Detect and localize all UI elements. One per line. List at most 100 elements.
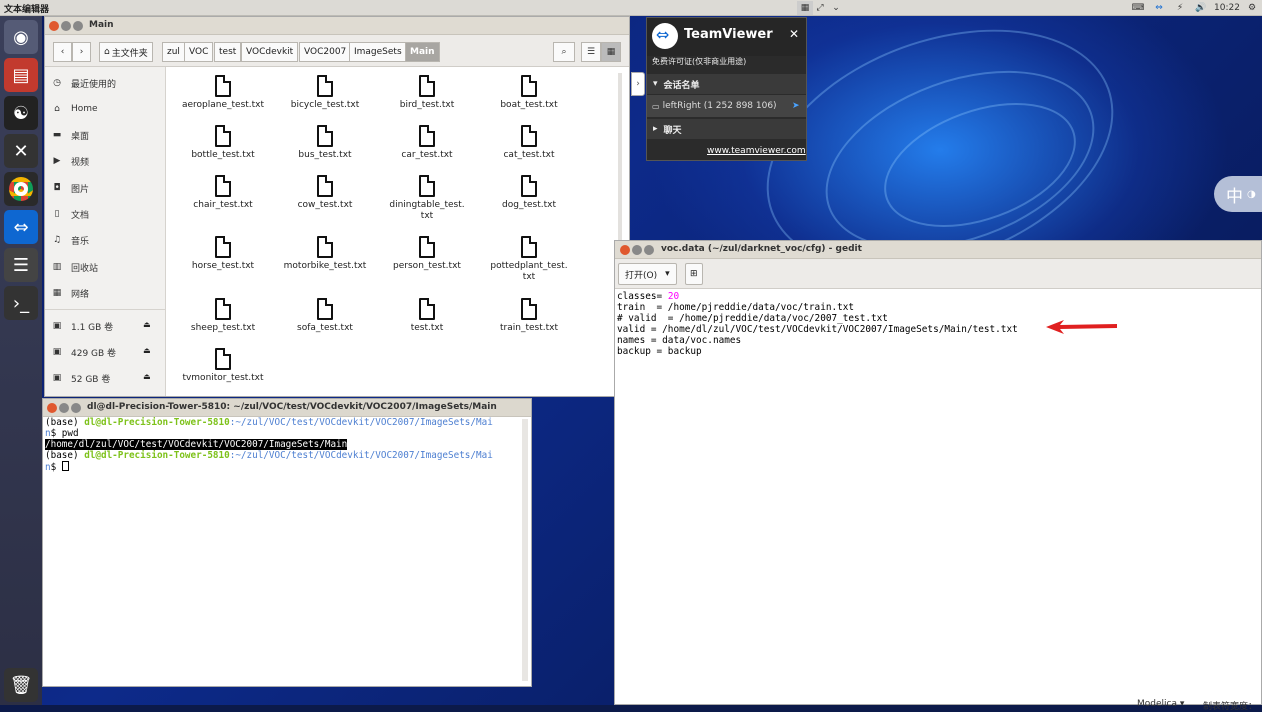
file-manager-icon[interactable]: ▤: [4, 58, 38, 92]
minimize-button[interactable]: [59, 403, 69, 413]
settings-tools-icon[interactable]: ✕: [4, 134, 38, 168]
text-file-icon: [215, 175, 231, 197]
list-view-button[interactable]: ☰: [581, 42, 601, 62]
trash-icon[interactable]: 🗑: [4, 668, 38, 702]
clock[interactable]: 10:22: [1212, 1, 1242, 15]
breadcrumb-imagesets[interactable]: ImageSets: [349, 42, 407, 62]
sidebar-item-trash[interactable]: ▥ 回收站: [51, 259, 98, 275]
code-line-6[interactable]: backup = backup: [617, 346, 702, 357]
sidebar-item-pictures[interactable]: ◘ 图片: [51, 180, 89, 196]
terminal-scrollbar[interactable]: [522, 419, 528, 681]
eject-icon[interactable]: ⏏: [143, 320, 151, 329]
maximize-button[interactable]: [644, 245, 654, 255]
teamviewer-launcher-icon[interactable]: ⇔: [4, 210, 38, 244]
grid-view-button[interactable]: ▦: [601, 42, 621, 62]
sidebar-item-volume-1[interactable]: ▣ 1.1 GB 卷: [51, 318, 113, 334]
breadcrumb-vocdevkit[interactable]: VOCdevkit: [241, 42, 299, 62]
text-editor-icon[interactable]: ☰: [4, 248, 38, 282]
app-icon[interactable]: ☯: [4, 96, 38, 130]
sidebar-item-documents[interactable]: ▯ 文档: [51, 206, 90, 222]
file-item[interactable]: aeroplane_test.txt: [173, 75, 273, 111]
file-item[interactable]: car_test.txt: [377, 125, 477, 161]
minimize-button[interactable]: [61, 21, 71, 31]
maximize-button[interactable]: [73, 21, 83, 31]
keyboard-icon[interactable]: ⌨: [1130, 1, 1146, 15]
maximize-button[interactable]: [71, 403, 81, 413]
file-item[interactable]: sheep_test.txt: [173, 298, 273, 334]
music-icon: ♫: [52, 235, 62, 245]
terminal-icon[interactable]: ›_: [4, 286, 38, 320]
file-item[interactable]: person_test.txt: [377, 236, 477, 272]
close-button[interactable]: [47, 403, 57, 413]
open-button[interactable]: 打开(O) ▾: [618, 263, 677, 285]
file-item[interactable]: bird_test.txt: [377, 75, 477, 111]
ime-indicator[interactable]: 中 ◑: [1214, 176, 1262, 212]
close-button[interactable]: [620, 245, 630, 255]
breadcrumb-home[interactable]: ⌂ 主文件夹: [99, 42, 153, 62]
file-item[interactable]: tvmonitor_test.txt: [173, 348, 273, 384]
file-item[interactable]: chair_test.txt: [173, 175, 273, 211]
file-item[interactable]: cow_test.txt: [275, 175, 375, 211]
close-icon[interactable]: ✕: [789, 27, 799, 41]
code-line-2[interactable]: train = /home/pjreddie/data/voc/train.tx…: [617, 302, 854, 313]
sidebar-item-recent[interactable]: ◷ 最近使用的: [51, 75, 116, 91]
file-item[interactable]: sofa_test.txt: [275, 298, 375, 334]
code-line-1[interactable]: classes= 20: [617, 291, 679, 302]
gear-icon[interactable]: ⚙: [1245, 1, 1259, 15]
back-button[interactable]: ‹: [53, 42, 72, 62]
search-icon: ⌕: [561, 47, 567, 57]
file-item[interactable]: bottle_test.txt: [173, 125, 273, 161]
breadcrumb-voc2007[interactable]: VOC2007: [299, 42, 352, 62]
ubuntu-dash-icon[interactable]: ◉: [4, 20, 38, 54]
file-item[interactable]: pottedplant_test. txt: [479, 236, 579, 283]
breadcrumb-voc[interactable]: VOC: [184, 42, 214, 62]
new-tab-button[interactable]: ⊞: [685, 263, 703, 285]
file-item[interactable]: horse_test.txt: [173, 236, 273, 272]
status-tab-width[interactable]: 制表符宽度：: [1203, 699, 1257, 712]
eject-icon[interactable]: ⏏: [143, 372, 151, 381]
status-language[interactable]: Modelica ▾: [1137, 699, 1184, 709]
breadcrumb-main[interactable]: Main: [405, 42, 440, 62]
sidebar-item-volume-2[interactable]: ▣ 429 GB 卷: [51, 344, 116, 360]
file-item[interactable]: boat_test.txt: [479, 75, 579, 111]
file-item[interactable]: test.txt: [377, 298, 477, 334]
code-line-4[interactable]: valid = /home/dl/zul/VOC/test/VOCdevkit/…: [617, 324, 1018, 335]
sidebar-item-volume-3[interactable]: ▣ 52 GB 卷: [51, 370, 111, 386]
teamviewer-section-chat[interactable]: ▸ 聊天: [647, 119, 806, 139]
teamviewer-link[interactable]: www.teamviewer.com: [707, 146, 806, 156]
network-off-icon[interactable]: ⚡: [1172, 1, 1188, 15]
terminal-prompt-line[interactable]: n$: [45, 461, 69, 473]
sidebar-item-desktop[interactable]: ▬ 桌面: [51, 127, 89, 143]
sidebar-item-home[interactable]: ⌂ Home: [51, 101, 97, 117]
terminal-line: /home/dl/zul/VOC/test/VOCdevkit/VOC2007/…: [45, 439, 348, 450]
grid-icon[interactable]: ▦: [797, 1, 813, 15]
breadcrumb-test[interactable]: test: [214, 42, 242, 62]
file-item[interactable]: cat_test.txt: [479, 125, 579, 161]
chevron-down-icon[interactable]: ⌄: [827, 1, 845, 15]
code-line-3[interactable]: # valid = /home/pjreddie/data/voc/2007_t…: [617, 313, 888, 324]
file-item[interactable]: dog_test.txt: [479, 175, 579, 211]
file-item[interactable]: motorbike_test.txt: [275, 236, 375, 272]
breadcrumb-zul[interactable]: zul: [162, 42, 185, 62]
resize-icon[interactable]: ⤢: [813, 1, 827, 15]
sidebar-item-videos[interactable]: ▶ 视频: [51, 153, 89, 169]
minimize-button[interactable]: [632, 245, 642, 255]
file-item[interactable]: bus_test.txt: [275, 125, 375, 161]
teamviewer-section-sessions[interactable]: ▾ 会话名单: [647, 74, 806, 94]
search-button[interactable]: ⌕: [553, 42, 575, 62]
sidebar-item-music[interactable]: ♫ 音乐: [51, 232, 89, 248]
forward-button[interactable]: ›: [72, 42, 91, 62]
close-button[interactable]: [49, 21, 59, 31]
code-line-5[interactable]: names = data/voc.names: [617, 335, 741, 346]
file-item[interactable]: train_test.txt: [479, 298, 579, 334]
camera-icon: ◘: [53, 183, 61, 193]
teamviewer-collapse-tab[interactable]: ›: [631, 72, 645, 96]
teamviewer-tray-icon[interactable]: ⇔: [1151, 1, 1167, 15]
chrome-icon[interactable]: [4, 172, 38, 206]
eject-icon[interactable]: ⏏: [143, 346, 151, 355]
teamviewer-session-item[interactable]: ▭ leftRight (1 252 898 106) ➤: [647, 95, 806, 117]
file-item[interactable]: bicycle_test.txt: [275, 75, 375, 111]
sidebar-item-network[interactable]: ▦ 网络: [51, 285, 89, 301]
file-item[interactable]: diningtable_test. txt: [377, 175, 477, 222]
volume-icon[interactable]: 🔊: [1193, 1, 1209, 15]
